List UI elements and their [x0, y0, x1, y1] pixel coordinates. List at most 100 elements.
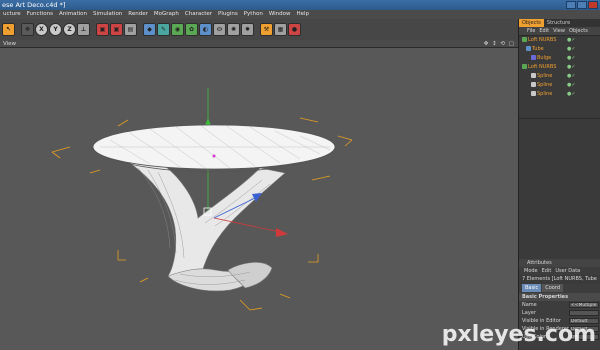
loft-nurbs-icon — [522, 64, 527, 69]
array-icon[interactable]: ✿ — [185, 23, 198, 36]
menu-item-help[interactable]: Help — [294, 10, 313, 19]
tag-icon[interactable]: ⚒ — [260, 23, 273, 36]
tab-basic[interactable]: Basic — [522, 284, 542, 292]
list-item[interactable]: Spline ●✓ — [519, 90, 600, 99]
render-to-picture-viewer-icon[interactable]: ▣ — [110, 23, 123, 36]
prop-label: Layer — [522, 310, 536, 316]
coordinate-system-icon[interactable]: ⊥ — [77, 23, 90, 36]
menu-item-render[interactable]: Render — [125, 10, 151, 19]
pen-spline-icon[interactable]: ✎ — [157, 23, 170, 36]
scene-render — [51, 88, 353, 311]
object-label: Spline — [537, 73, 553, 79]
floor-icon[interactable]: ⬭ — [213, 23, 226, 36]
visibility-icon[interactable]: ●✓ — [567, 45, 576, 54]
object-manager-tabs: Objects Structure — [519, 19, 600, 27]
tab-structure[interactable]: Structure — [544, 19, 573, 27]
prop-label: Name — [522, 302, 537, 308]
menu-item-functions[interactable]: Functions — [24, 10, 56, 19]
table-top — [92, 124, 336, 173]
viewport-3d[interactable] — [0, 48, 518, 350]
menu-item-character[interactable]: Character — [182, 10, 215, 19]
menu-item-python[interactable]: Python — [241, 10, 266, 19]
visibility-icon[interactable]: ●✓ — [567, 72, 576, 81]
window-title: ese Art Deco.c4d *] — [2, 1, 66, 9]
prop-layer: Layer — [519, 309, 600, 317]
viewport-nav-icon[interactable]: ✥ ↕ ⟲ ▢ — [484, 40, 515, 48]
main-toolbar: ↖ ✥ X Y Z ⊥ ▣ ▣ ▤ ◆ ✎ ◉ ✿ ◐ ⬭ ✺ ✹ ⚒ ▦ ● — [0, 19, 518, 40]
om-menu-edit[interactable]: Edit — [539, 27, 549, 35]
basic-properties-heading: Basic Properties — [519, 293, 600, 301]
visibility-icon[interactable]: ●✓ — [567, 54, 576, 63]
object-label: Spline — [537, 91, 553, 97]
tab-objects[interactable]: Objects — [519, 19, 544, 27]
prop-name: Name <<Multiple Va — [519, 301, 600, 309]
window-controls — [566, 1, 598, 9]
visibility-icon[interactable]: ●✓ — [567, 63, 576, 72]
list-item[interactable]: Spline ●✓ — [519, 81, 600, 90]
light-icon[interactable]: ✹ — [241, 23, 254, 36]
bulge-icon — [531, 55, 536, 60]
attributes-tabs: Basic Coord — [519, 284, 600, 292]
menu-item-animation[interactable]: Animation — [56, 10, 90, 19]
visibility-icon[interactable]: ●✓ — [567, 90, 576, 99]
om-menu-view[interactable]: View — [553, 27, 565, 35]
subdivision-surface-icon[interactable]: ◉ — [171, 23, 184, 36]
attributes-selection-title: 7 Elements [Loft NURBS, Tube — [519, 275, 600, 284]
list-item[interactable]: Bulge ●✓ — [519, 54, 600, 63]
minimize-button[interactable] — [566, 1, 576, 9]
layer-field[interactable] — [569, 310, 599, 316]
list-item[interactable]: Tube ●✓ — [519, 45, 600, 54]
spline-icon — [531, 73, 536, 78]
attributes-header: Attributes — [519, 259, 600, 267]
camera-icon[interactable]: ✺ — [227, 23, 240, 36]
close-button[interactable] — [588, 1, 598, 9]
object-manager-empty-area[interactable] — [519, 118, 600, 259]
menu-item-window[interactable]: Window — [266, 10, 294, 19]
right-panel: Objects Structure File Edit View Objects… — [518, 19, 600, 350]
x-axis-button[interactable]: X — [35, 23, 48, 36]
menu-item-simulation[interactable]: Simulation — [90, 10, 125, 19]
viewport-menu-view[interactable]: View — [3, 41, 16, 47]
visibility-icon[interactable]: ●✓ — [567, 81, 576, 90]
live-selection-icon[interactable]: ↖ — [2, 23, 15, 36]
name-field[interactable]: <<Multiple Va — [569, 302, 599, 308]
list-item[interactable]: Loft NURBS ●✓ — [519, 63, 600, 72]
om-menu-file[interactable]: File — [527, 27, 535, 35]
render-view-icon[interactable]: ▣ — [96, 23, 109, 36]
table-base — [128, 162, 286, 292]
watermark-logo: pxleyes.com — [441, 322, 596, 347]
move-icon[interactable]: ✥ — [21, 23, 34, 36]
x-axis-handle[interactable] — [276, 228, 288, 237]
tube-icon — [526, 46, 531, 51]
maximize-button[interactable] — [577, 1, 587, 9]
object-label: Loft NURBS — [528, 64, 557, 70]
tab-coord[interactable]: Coord — [542, 284, 564, 292]
am-menu-edit[interactable]: Edit — [542, 267, 552, 275]
display-icon[interactable]: ▦ — [274, 23, 287, 36]
list-item[interactable]: Loft NURBS ●✓ — [519, 36, 600, 45]
y-axis-button[interactable]: Y — [49, 23, 62, 36]
cube-icon[interactable]: ◆ — [143, 23, 156, 36]
pivot-point — [212, 154, 216, 158]
bend-deformer-icon[interactable]: ◐ — [199, 23, 212, 36]
record-icon[interactable]: ● — [288, 23, 301, 36]
am-menu-user-data[interactable]: User Data — [555, 267, 580, 275]
viewport-header: View ✥ ↕ ⟲ ▢ — [0, 40, 518, 48]
spline-icon — [531, 91, 536, 96]
om-menu-objects[interactable]: Objects — [569, 27, 588, 35]
am-menu-mode[interactable]: Mode — [524, 267, 538, 275]
menu-item-structure[interactable]: ucture — [0, 10, 24, 19]
menu-item-plugins[interactable]: Plugins — [215, 10, 241, 19]
menu-bar: ucture Functions Animation Simulation Re… — [0, 10, 600, 19]
object-label: Loft NURBS — [528, 37, 557, 43]
z-axis-button[interactable]: Z — [63, 23, 76, 36]
loft-nurbs-icon — [522, 37, 527, 42]
menu-item-mograph[interactable]: MoGraph — [151, 10, 182, 19]
visibility-icon[interactable]: ●✓ — [567, 36, 576, 45]
window-titlebar: ese Art Deco.c4d *] — [0, 0, 600, 10]
list-item[interactable]: Spline ●✓ — [519, 72, 600, 81]
render-settings-icon[interactable]: ▤ — [124, 23, 137, 36]
object-list: Loft NURBS ●✓ Tube ●✓ Bulge ●✓ Loft NURB… — [519, 36, 600, 118]
spline-icon — [531, 82, 536, 87]
object-label: Spline — [537, 82, 553, 88]
